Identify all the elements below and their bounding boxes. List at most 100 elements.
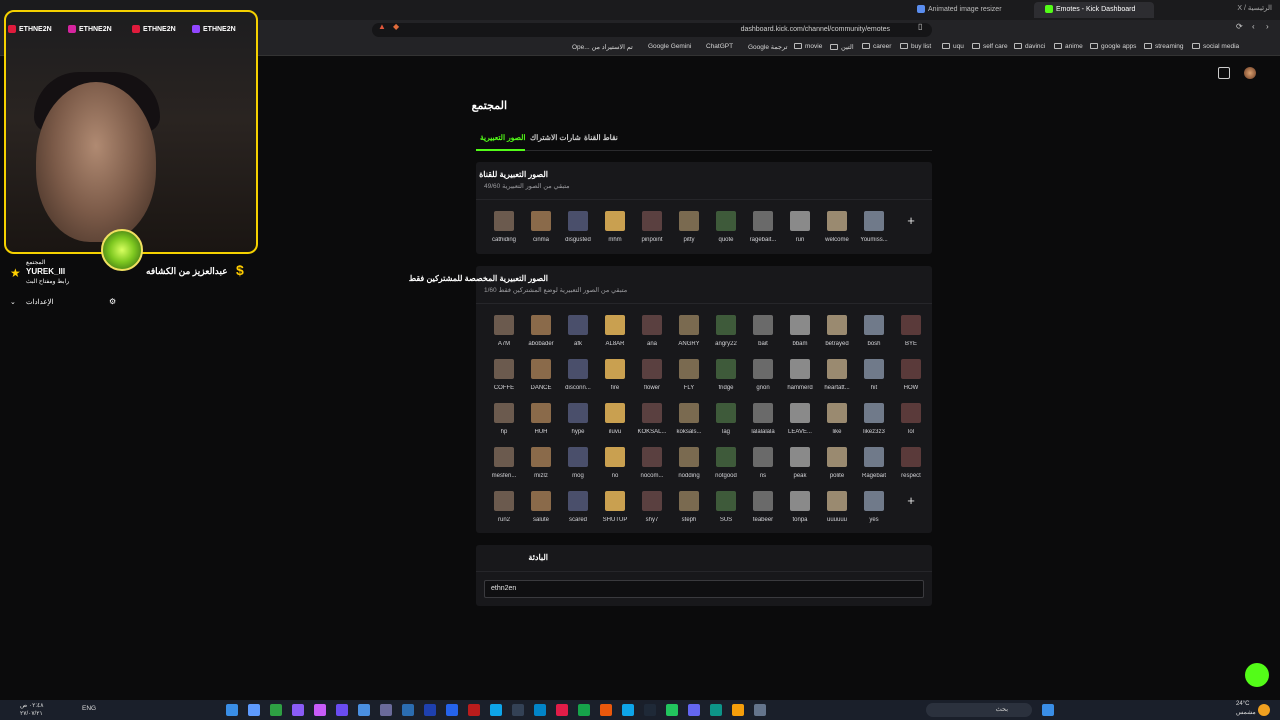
address-bar[interactable]: dashboard.kick.com/channel/community/emo… bbox=[372, 23, 932, 37]
tab-animated-resizer[interactable]: Animated image resizer bbox=[906, 2, 1026, 18]
emote-item[interactable]: fridge bbox=[708, 359, 744, 399]
chevron-down-icon[interactable]: ⌄ bbox=[10, 298, 16, 306]
avatar[interactable] bbox=[1244, 67, 1256, 79]
bookmark-folder[interactable]: التين bbox=[830, 43, 854, 51]
emote-item[interactable]: salute bbox=[523, 491, 559, 531]
emote-item[interactable]: mesferi... bbox=[486, 447, 522, 487]
emote-item[interactable]: scared bbox=[560, 491, 596, 531]
emote-item[interactable]: lalalalala bbox=[745, 403, 781, 443]
emote-item[interactable]: iluvu bbox=[597, 403, 633, 443]
taskbar-app-icon[interactable] bbox=[226, 704, 238, 716]
taskbar-app-icon[interactable] bbox=[490, 704, 502, 716]
emote-item[interactable]: flower bbox=[634, 359, 670, 399]
bookmark-folder[interactable]: movie bbox=[794, 43, 822, 50]
emote-item[interactable]: ANGRY bbox=[671, 315, 707, 355]
emote-item[interactable]: shy7 bbox=[634, 491, 670, 531]
bookmark-folder[interactable]: buy list bbox=[900, 43, 931, 50]
emote-item[interactable]: Youmiss... bbox=[856, 211, 892, 251]
taskbar-app-icon[interactable] bbox=[644, 704, 656, 716]
gear-icon[interactable]: ⚙ bbox=[109, 297, 116, 306]
taskbar-app-icon[interactable] bbox=[248, 704, 260, 716]
emote-item[interactable]: hit bbox=[856, 359, 892, 399]
emote-item[interactable]: ana bbox=[634, 315, 670, 355]
taskbar-app-icon[interactable] bbox=[292, 704, 304, 716]
taskbar-app-icon[interactable] bbox=[402, 704, 414, 716]
taskbar-app-icon[interactable] bbox=[380, 704, 392, 716]
emote-item[interactable]: COFFE bbox=[486, 359, 522, 399]
taskbar-app-icon[interactable] bbox=[336, 704, 348, 716]
emote-item[interactable]: lag bbox=[708, 403, 744, 443]
emote-item[interactable]: AL8AR bbox=[597, 315, 633, 355]
prefix-input[interactable]: ethn2en bbox=[484, 580, 924, 598]
emote-item[interactable]: hype bbox=[560, 403, 596, 443]
bookmark-folder[interactable]: google apps bbox=[1090, 43, 1136, 50]
emote-item[interactable]: bbam bbox=[782, 315, 818, 355]
emote-item[interactable]: lol bbox=[893, 403, 929, 443]
emote-item[interactable]: HUH bbox=[523, 403, 559, 443]
bookmark-item[interactable]: Google Gemini bbox=[648, 43, 691, 50]
bookmark-folder[interactable]: uqu bbox=[942, 43, 964, 50]
emote-item[interactable]: respect bbox=[893, 447, 929, 487]
brave-rewards-icon[interactable]: ◆ bbox=[393, 23, 401, 31]
emote-item[interactable]: koksals... bbox=[671, 403, 707, 443]
emote-item[interactable]: SHUTUP bbox=[597, 491, 633, 531]
emote-item[interactable]: betrayed bbox=[819, 315, 855, 355]
taskbar-app-icon[interactable] bbox=[578, 704, 590, 716]
tab-kick-dashboard[interactable]: Emotes - Kick Dashboard bbox=[1034, 2, 1154, 18]
emote-item[interactable]: pinpoint bbox=[634, 211, 670, 251]
emote-item[interactable]: DANCE bbox=[523, 359, 559, 399]
taskbar-app-icon[interactable] bbox=[270, 704, 282, 716]
taskbar-app-icon[interactable] bbox=[600, 704, 612, 716]
emote-item[interactable]: fire bbox=[597, 359, 633, 399]
taskbar-app-icon[interactable] bbox=[754, 704, 766, 716]
taskbar-app-icon[interactable] bbox=[446, 704, 458, 716]
bookmark-folder[interactable]: streaming bbox=[1144, 43, 1184, 50]
emote-item[interactable]: mhm bbox=[597, 211, 633, 251]
emote-item[interactable]: heartatt... bbox=[819, 359, 855, 399]
taskbar-app-icon[interactable] bbox=[534, 704, 546, 716]
emote-item[interactable]: yes bbox=[856, 491, 892, 531]
emote-item[interactable]: polite bbox=[819, 447, 855, 487]
emote-item[interactable]: gnon bbox=[745, 359, 781, 399]
emote-item[interactable]: uuuuuu bbox=[819, 491, 855, 531]
notifications-icon[interactable] bbox=[1218, 67, 1230, 79]
emote-item[interactable]: hammerd bbox=[782, 359, 818, 399]
emote-item[interactable]: Ragebait bbox=[856, 447, 892, 487]
chat-support-button[interactable] bbox=[1245, 663, 1269, 687]
emote-item[interactable]: FLY bbox=[671, 359, 707, 399]
emote-item[interactable]: LEAVE... bbox=[782, 403, 818, 443]
taskbar-app-icon[interactable] bbox=[468, 704, 480, 716]
bookmark-icon[interactable]: ▯ bbox=[918, 23, 926, 31]
add-emote-button[interactable]: + bbox=[901, 491, 921, 511]
taskbar-app-icon[interactable] bbox=[424, 704, 436, 716]
emote-item[interactable]: mizlz bbox=[523, 447, 559, 487]
emote-item[interactable]: no bbox=[597, 447, 633, 487]
taskbar-app-icon[interactable] bbox=[556, 704, 568, 716]
emote-item[interactable]: mog bbox=[560, 447, 596, 487]
taskbar-app-icon[interactable] bbox=[688, 704, 700, 716]
emote-item[interactable]: SUS bbox=[708, 491, 744, 531]
emote-item[interactable]: quote bbox=[708, 211, 744, 251]
emote-item[interactable]: nodding bbox=[671, 447, 707, 487]
tab-channel-points[interactable]: نقاط القناة bbox=[584, 133, 618, 142]
emote-item[interactable]: tonpa bbox=[782, 491, 818, 531]
emote-item[interactable]: bosh bbox=[856, 315, 892, 355]
taskbar-app-icon[interactable] bbox=[710, 704, 722, 716]
emote-item[interactable]: run bbox=[782, 211, 818, 251]
tab-emotes[interactable]: الصور التعبيرية bbox=[480, 133, 525, 142]
emote-item[interactable]: KOKSAL... bbox=[634, 403, 670, 443]
reload-icon[interactable]: ⟳ bbox=[1236, 23, 1244, 31]
tab-sub-badges[interactable]: شارات الاشتراك bbox=[530, 133, 581, 142]
bookmark-item[interactable]: ChatGPT bbox=[706, 43, 733, 50]
bookmark-item[interactable]: Google ترجمة bbox=[748, 43, 787, 51]
add-emote-button[interactable]: + bbox=[901, 211, 921, 231]
emote-item[interactable]: notgood bbox=[708, 447, 744, 487]
emote-item[interactable]: peak bbox=[782, 447, 818, 487]
bookmark-folder[interactable]: self care bbox=[972, 43, 1008, 50]
taskbar-app-icon[interactable] bbox=[732, 704, 744, 716]
emote-item[interactable]: abobader bbox=[523, 315, 559, 355]
emote-item[interactable]: teabeer bbox=[745, 491, 781, 531]
emote-item[interactable]: disgusted bbox=[560, 211, 596, 251]
language-indicator[interactable]: ENG bbox=[82, 705, 96, 712]
bookmark-folder[interactable]: davinci bbox=[1014, 43, 1045, 50]
